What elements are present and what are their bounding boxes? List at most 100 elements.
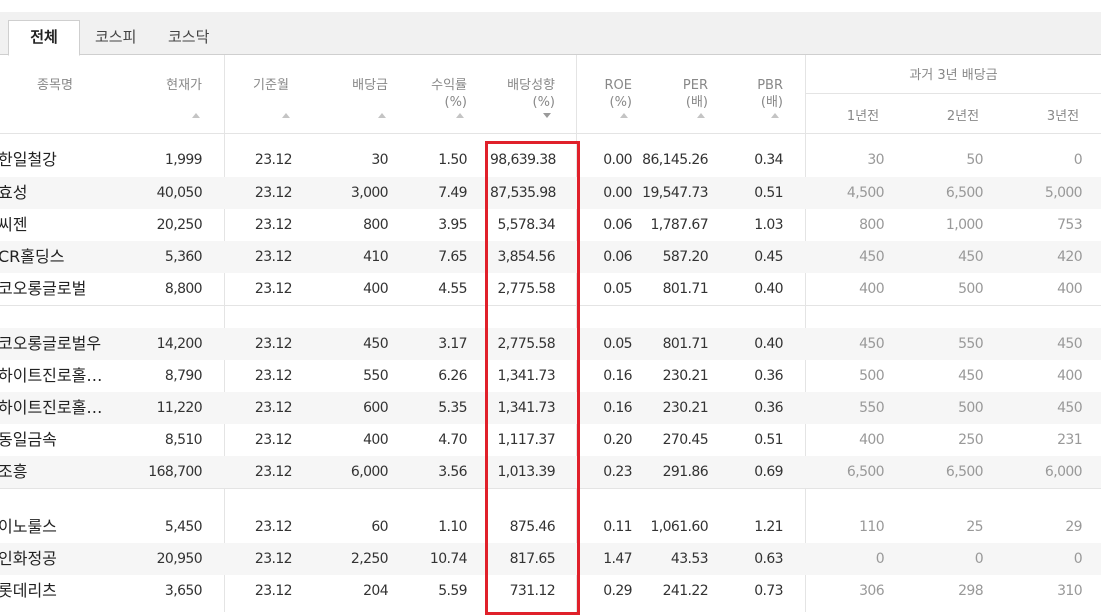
cell-roe: 1.47 (603, 551, 632, 567)
cell-hist-1: 450 (859, 336, 885, 352)
cell-pbr: 1.03 (754, 217, 783, 233)
sort-up-icon[interactable] (697, 113, 705, 118)
cell-price: 5,450 (164, 519, 203, 535)
stock-name-link[interactable]: 코오롱글로벌 (0, 273, 138, 305)
header-payout[interactable]: 배당성향 (%) (490, 77, 555, 111)
cell-per: 587.20 (662, 249, 709, 265)
tab-kosdaq[interactable]: 코스닥 (168, 21, 209, 54)
cell-hist-2: 550 (958, 336, 984, 352)
header-name[interactable]: 종목명 (20, 77, 90, 94)
sort-up-icon[interactable] (620, 113, 628, 118)
cell-hist-2: 250 (958, 432, 984, 448)
sort-down-icon[interactable] (543, 113, 551, 118)
cell-base-month: 23.12 (254, 464, 293, 480)
cell-hist-2: 500 (958, 400, 984, 416)
cell-yield: 5.35 (438, 400, 467, 416)
cell-price: 11,220 (156, 400, 203, 416)
cell-yield: 4.55 (438, 281, 467, 297)
cell-hist-1: 110 (859, 519, 885, 535)
stock-name-link[interactable]: 인화정공 (0, 543, 138, 575)
cell-per: 1,061.60 (650, 519, 708, 535)
stock-name-link[interactable]: 하이트진로홀… (0, 392, 138, 424)
cell-hist-2: 25 (966, 519, 983, 535)
cell-hist-3: 753 (1057, 217, 1083, 233)
cell-hist-2: 0 (974, 551, 984, 567)
cell-yield: 3.17 (438, 336, 467, 352)
sort-up-icon[interactable] (378, 113, 386, 118)
cell-price: 8,510 (164, 432, 203, 448)
cell-roe: 0.11 (603, 519, 632, 535)
cell-per: 801.71 (662, 281, 709, 297)
stock-name-link[interactable]: CR홀딩스 (0, 241, 138, 273)
cell-hist-3: 0 (1073, 152, 1083, 168)
cell-hist-3: 231 (1057, 432, 1083, 448)
cell-dividend: 800 (363, 217, 389, 233)
cell-price: 8,790 (164, 368, 203, 384)
header-payout-label: 배당성향 (507, 78, 555, 93)
cell-hist-1: 4,500 (846, 185, 885, 201)
stock-name-link[interactable]: 동일금속 (0, 424, 138, 456)
cell-hist-2: 500 (958, 281, 984, 297)
cell-base-month: 23.12 (254, 551, 293, 567)
market-tabs: 전체 코스피 코스닥 (0, 12, 1101, 56)
header-yield[interactable]: 수익률 (%) (410, 77, 467, 111)
stock-name-link[interactable]: 조흥 (0, 456, 138, 488)
stock-name-link[interactable]: 이노룰스 (0, 511, 138, 543)
cell-hist-3: 29 (1065, 519, 1082, 535)
sort-up-icon[interactable] (456, 113, 464, 118)
cell-hist-1: 0 (875, 551, 885, 567)
stock-name-link[interactable]: 한일철강 (0, 144, 138, 176)
cell-per: 230.21 (662, 400, 709, 416)
header-divider (806, 93, 1101, 94)
cell-per: 19,547.73 (642, 185, 708, 201)
cell-base-month: 23.12 (254, 249, 293, 265)
header-yield-unit: (%) (444, 95, 468, 110)
cell-hist-3: 450 (1057, 336, 1083, 352)
sort-up-icon[interactable] (192, 113, 200, 118)
cell-pbr: 0.73 (754, 583, 783, 599)
stock-name-link[interactable]: 효성 (0, 177, 138, 209)
cell-hist-1: 6,500 (846, 464, 885, 480)
tab-all[interactable]: 전체 (8, 20, 80, 56)
header-base-month[interactable]: 기준월 (240, 77, 302, 94)
stock-name-link[interactable]: 롯데리츠 (0, 575, 138, 607)
cell-base-month: 23.12 (254, 432, 293, 448)
stock-name-link[interactable]: 씨젠 (0, 209, 138, 241)
header-pbr-label: PBR (757, 78, 783, 93)
cell-hist-1: 500 (859, 368, 885, 384)
header-pbr-unit: (배) (760, 95, 783, 110)
stock-name-link[interactable]: 코오롱글로벌우 (0, 328, 138, 360)
header-dividend[interactable]: 배당금 (320, 77, 388, 94)
header-history-group: 과거 3년 배당금 (909, 68, 998, 83)
tab-kospi[interactable]: 코스피 (95, 21, 136, 54)
cell-dividend: 2,250 (350, 551, 389, 567)
cell-yield: 7.65 (438, 249, 467, 265)
cell-hist-1: 400 (859, 281, 885, 297)
cell-yield: 3.95 (438, 217, 467, 233)
cell-dividend: 450 (363, 336, 389, 352)
sort-up-icon[interactable] (771, 113, 779, 118)
cell-hist-3: 6,000 (1044, 464, 1083, 480)
cell-roe: 0.16 (603, 400, 632, 416)
cell-per: 241.22 (662, 583, 709, 599)
header-per[interactable]: PER (배) (650, 77, 708, 111)
cell-hist-3: 310 (1057, 583, 1083, 599)
cell-per: 801.71 (662, 336, 709, 352)
stock-name-link[interactable]: 하이트진로홀… (0, 360, 138, 392)
cell-hist-2: 6,500 (945, 185, 984, 201)
sort-up-icon[interactable] (282, 113, 290, 118)
cell-hist-2: 50 (966, 152, 983, 168)
header-roe[interactable]: ROE (%) (585, 77, 632, 111)
header-price[interactable]: 현재가 (140, 77, 202, 94)
cell-hist-1: 306 (859, 583, 885, 599)
cell-hist-1: 800 (859, 217, 885, 233)
cell-hist-2: 1,000 (945, 217, 984, 233)
cell-price: 8,800 (164, 281, 203, 297)
header-pbr[interactable]: PBR (배) (740, 77, 783, 111)
cell-price: 40,050 (156, 185, 203, 201)
cell-hist-3: 450 (1057, 400, 1083, 416)
cell-pbr: 0.63 (754, 551, 783, 567)
cell-roe: 0.05 (603, 281, 632, 297)
cell-pbr: 0.36 (754, 368, 783, 384)
header-roe-unit: (%) (609, 95, 633, 110)
